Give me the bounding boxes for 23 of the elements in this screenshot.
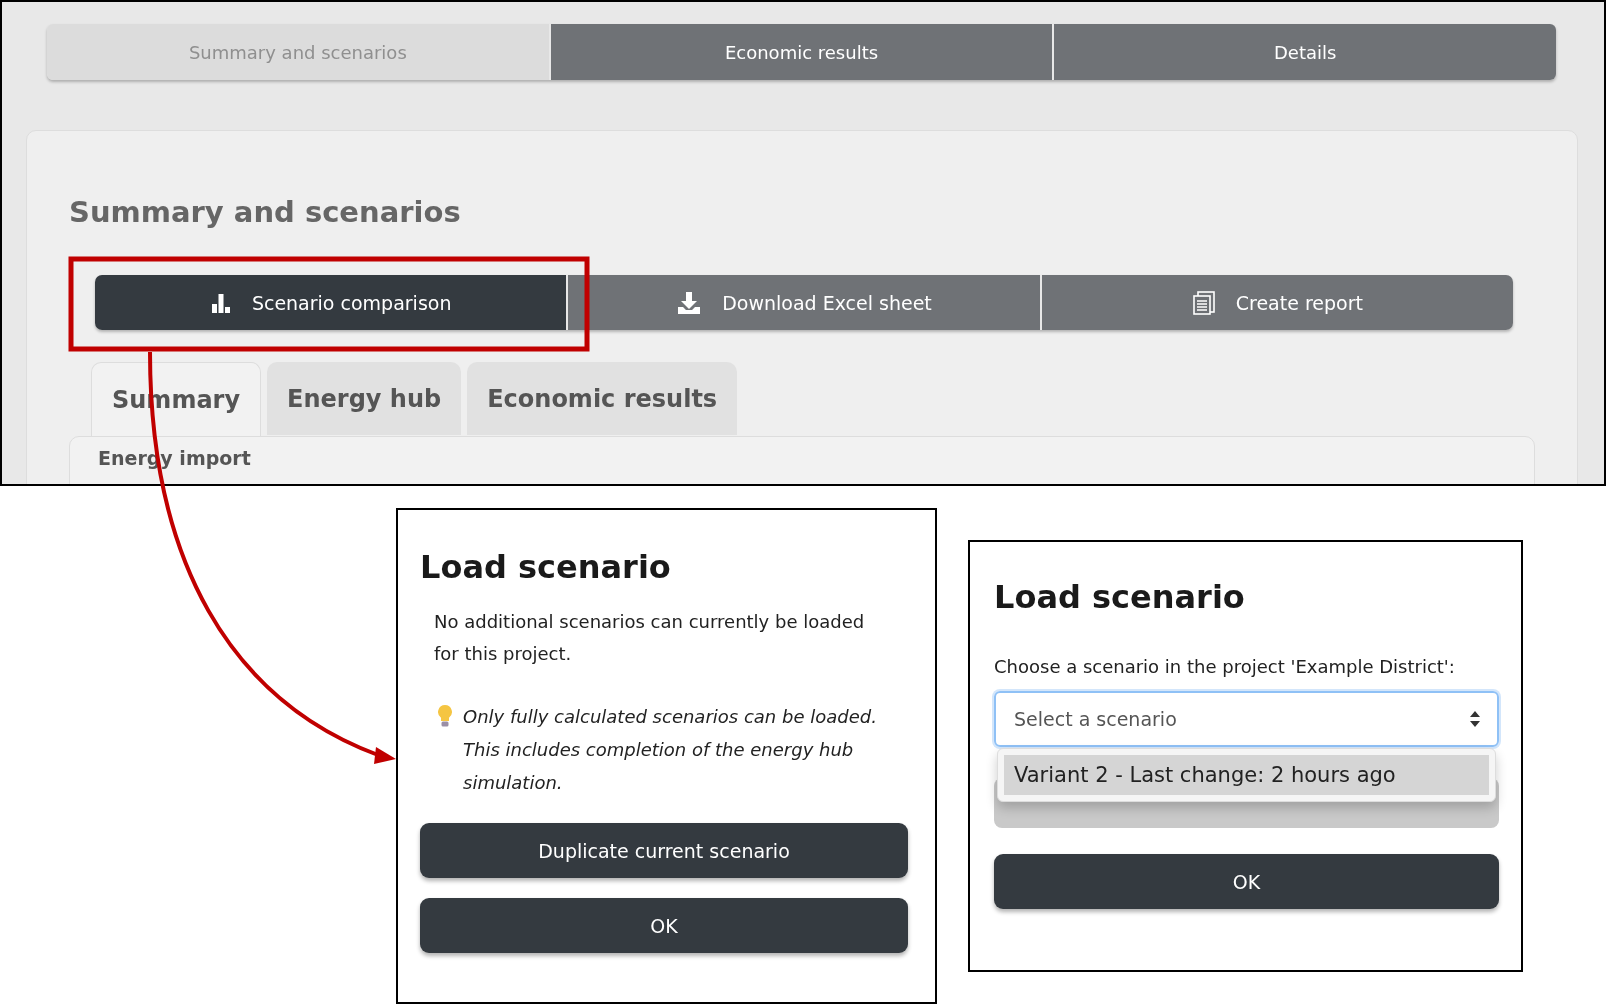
bar-chart-icon	[209, 291, 232, 314]
hint-text: Only fully calculated scenarios can be loaded. This includes completion of the energy hub simulation.	[463, 705, 878, 795]
nav-tab[interactable]: Details	[1052, 24, 1556, 80]
dialog-button[interactable]: OK	[994, 854, 1499, 909]
lightbulb-icon	[437, 704, 453, 728]
action-button[interactable]: Download Excel sheet	[566, 275, 1040, 330]
dropdown-option[interactable]: Variant 2 - Last change: 2 hours ago	[1004, 755, 1489, 795]
download-icon	[676, 289, 703, 316]
content-tab[interactable]: Economic results	[467, 362, 738, 435]
action-button[interactable]: Create report	[1039, 275, 1513, 330]
action-button[interactable]: Scenario comparison	[95, 275, 567, 330]
scenario-select[interactable]: Select a scenario	[994, 691, 1499, 747]
dialog-title: Load scenario	[994, 578, 1246, 616]
section-title: Summary and scenarios	[69, 195, 462, 231]
content-tab[interactable]: Energy hub	[267, 362, 462, 435]
up-down-caret-icon	[1469, 710, 1481, 728]
document-icon	[1191, 289, 1216, 316]
dialog-message: No additional scenarios can currently be loaded for this project.	[434, 610, 866, 666]
dialog-button[interactable]: Duplicate current scenario	[420, 823, 908, 878]
nav-tab[interactable]: Economic results	[548, 24, 1053, 80]
dialog-title: Load scenario	[420, 548, 672, 586]
dialog-button[interactable]: OK	[420, 898, 908, 953]
field-label: Choose a scenario in the project 'Example District':	[994, 656, 1456, 677]
